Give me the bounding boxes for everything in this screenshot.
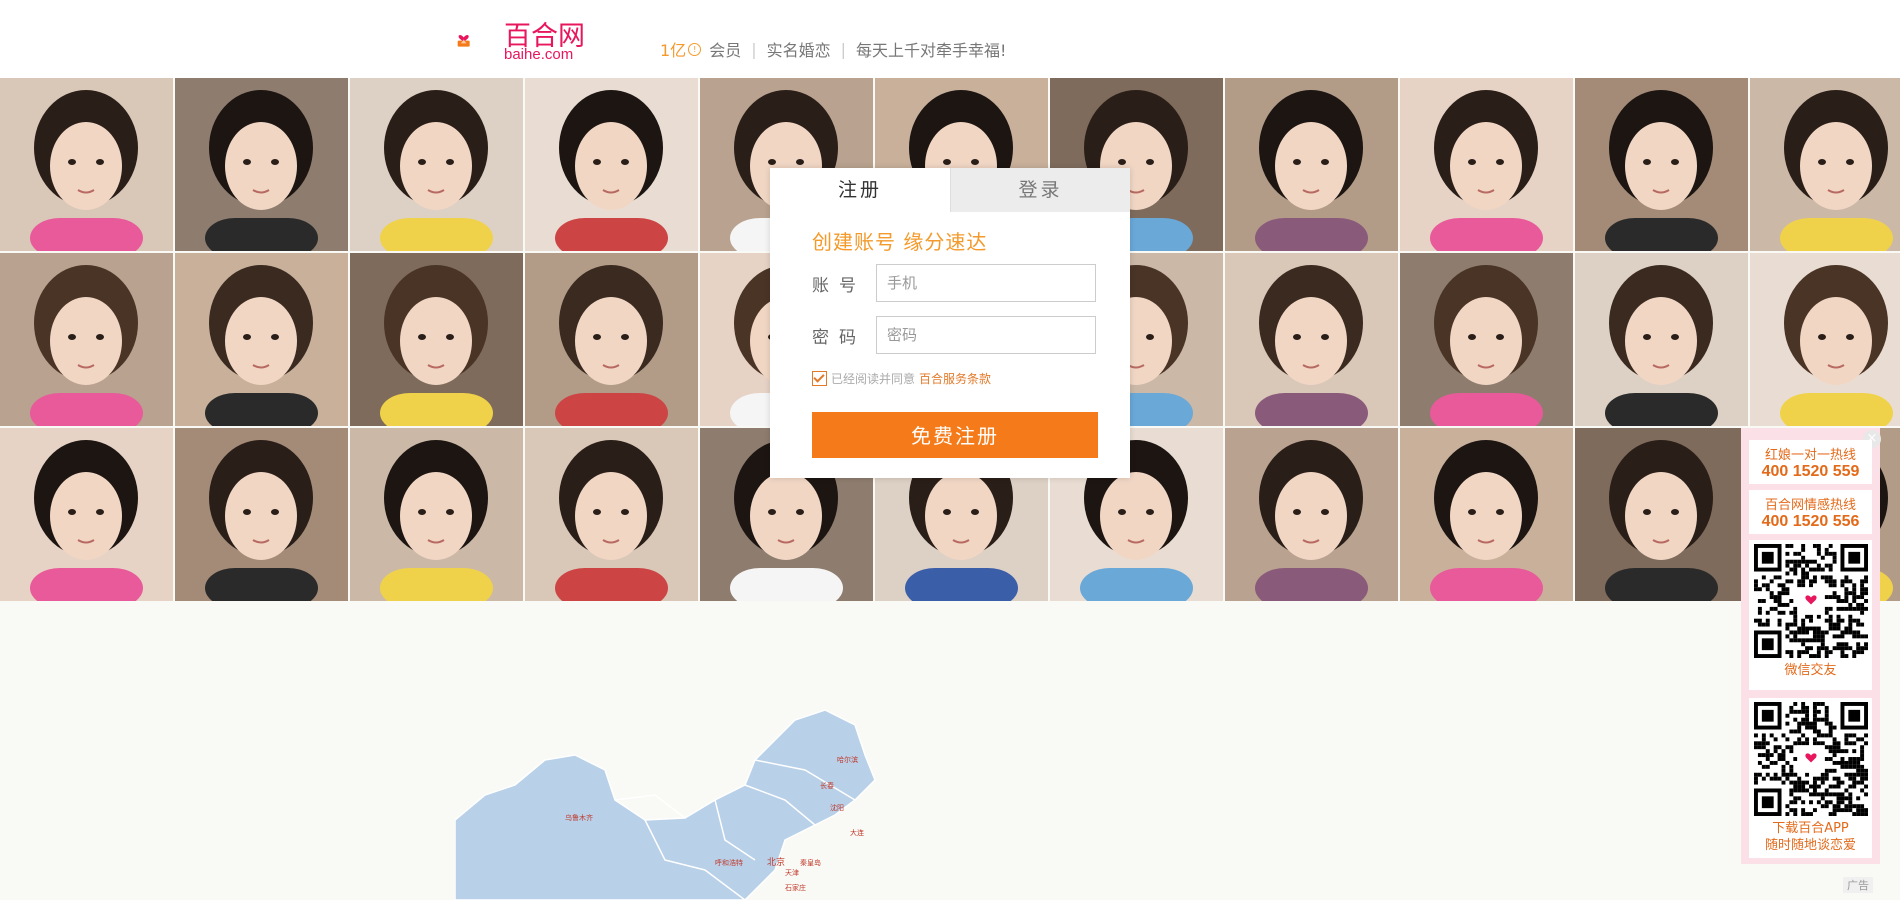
profile-photo[interactable]	[350, 78, 523, 251]
map-label: 哈尔滨	[837, 755, 858, 764]
site-header: 百合网 baihe.com 1亿 ! 会员 | 实名婚恋 | 每天上千对牵手幸福…	[0, 0, 1900, 78]
separator: |	[840, 39, 846, 59]
map-label: 大连	[850, 828, 864, 837]
profile-photo[interactable]	[1225, 78, 1398, 251]
profile-photo[interactable]	[1225, 253, 1398, 426]
profile-photo[interactable]	[525, 78, 698, 251]
app-qr-card[interactable]: 下载百合APP 随时随地谈恋爱	[1749, 698, 1872, 858]
sidebar-contact: × 红娘一对一热线 400 1520 559 百合网情感热线 400 1520 …	[1741, 428, 1881, 864]
baihe-logo-icon[interactable]	[457, 15, 502, 63]
profile-photo[interactable]	[1400, 78, 1573, 251]
profile-photo[interactable]	[525, 428, 698, 601]
profile-photo[interactable]	[0, 78, 173, 251]
map-label: 呼和浩特	[715, 858, 743, 867]
map-label: 乌鲁木齐	[565, 813, 593, 822]
terms-link[interactable]: 百合服务条款	[919, 370, 991, 387]
agree-row: 已经阅读并同意 百合服务条款	[812, 370, 991, 387]
hotline-card[interactable]: 红娘一对一热线 400 1520 559	[1749, 440, 1872, 484]
profile-photo[interactable]	[0, 428, 173, 601]
profile-photo[interactable]	[1750, 253, 1900, 426]
profile-photo[interactable]	[1400, 428, 1573, 601]
hotline-number: 400 1520 559	[1761, 463, 1860, 480]
qr-code-icon	[1753, 702, 1868, 816]
profile-photo[interactable]	[1575, 253, 1748, 426]
info-icon: !	[688, 42, 702, 56]
profile-photo[interactable]	[350, 428, 523, 601]
profile-photo[interactable]	[0, 253, 173, 426]
profile-photo[interactable]	[175, 428, 348, 601]
register-panel: 注册 登录 创建账号 缘分速达 账号 密码 已经阅读并同意 百合服务条款 免费注…	[770, 168, 1130, 478]
qr-caption: 随时随地谈恋爱	[1764, 838, 1856, 853]
password-label: 密码	[812, 327, 866, 348]
profile-photo[interactable]	[525, 253, 698, 426]
panel-title: 创建账号 缘分速达	[812, 230, 988, 254]
map-label: 石家庄	[785, 883, 806, 892]
profile-photo[interactable]	[1400, 253, 1573, 426]
profile-photo[interactable]	[175, 253, 348, 426]
hotline-title: 红娘一对一热线	[1764, 448, 1856, 463]
profile-photo[interactable]	[350, 253, 523, 426]
wechat-qr-card[interactable]: 微信交友	[1749, 540, 1872, 690]
account-row: 账号	[812, 263, 1096, 303]
china-map: 乌鲁木齐 呼和浩特 北京 天津 秦皇岛 沈阳 长春 哈尔滨 大连 石家庄	[455, 709, 876, 900]
agree-checkbox[interactable]	[812, 371, 827, 386]
free-register-button[interactable]: 免费注册	[812, 412, 1098, 458]
password-input[interactable]	[876, 316, 1096, 354]
profile-photo[interactable]	[175, 78, 348, 251]
hotline-number: 400 1520 556	[1761, 513, 1860, 530]
qr-caption: 微信交友	[1784, 663, 1837, 678]
separator: |	[751, 39, 757, 59]
map-label: 天津	[785, 869, 799, 877]
tab-register[interactable]: 注册	[770, 168, 950, 212]
tag-daily-matches: 每天上千对牵手幸福!	[856, 41, 1007, 60]
profile-photo[interactable]	[1575, 428, 1748, 601]
profile-photo[interactable]	[1750, 78, 1900, 251]
qr-caption: 下载百合APP	[1772, 821, 1849, 836]
account-label: 账号	[812, 275, 866, 296]
map-label: 沈阳	[830, 803, 844, 812]
header-slogan: 1亿 ! 会员 | 实名婚恋 | 每天上千对牵手幸福!	[660, 37, 1006, 61]
hotline-card[interactable]: 百合网情感热线 400 1520 556	[1749, 490, 1872, 534]
tab-login[interactable]: 登录	[950, 168, 1130, 212]
map-label: 北京	[767, 856, 785, 868]
member-label: 会员	[709, 41, 742, 60]
member-count: 1亿	[660, 41, 687, 60]
profile-photo[interactable]	[1575, 78, 1748, 251]
hotline-title: 百合网情感热线	[1764, 498, 1856, 513]
map-label: 秦皇岛	[800, 858, 821, 867]
tag-real-name: 实名婚恋	[766, 41, 831, 60]
logo-domain: baihe.com	[504, 46, 574, 63]
password-row: 密码	[812, 315, 1096, 355]
agree-text: 已经阅读并同意	[831, 372, 916, 386]
qr-code-icon	[1753, 544, 1868, 658]
ad-label: 广告	[1843, 877, 1873, 893]
account-input[interactable]	[876, 264, 1096, 302]
profile-photo[interactable]	[1225, 428, 1398, 601]
map-label: 长春	[820, 781, 834, 790]
